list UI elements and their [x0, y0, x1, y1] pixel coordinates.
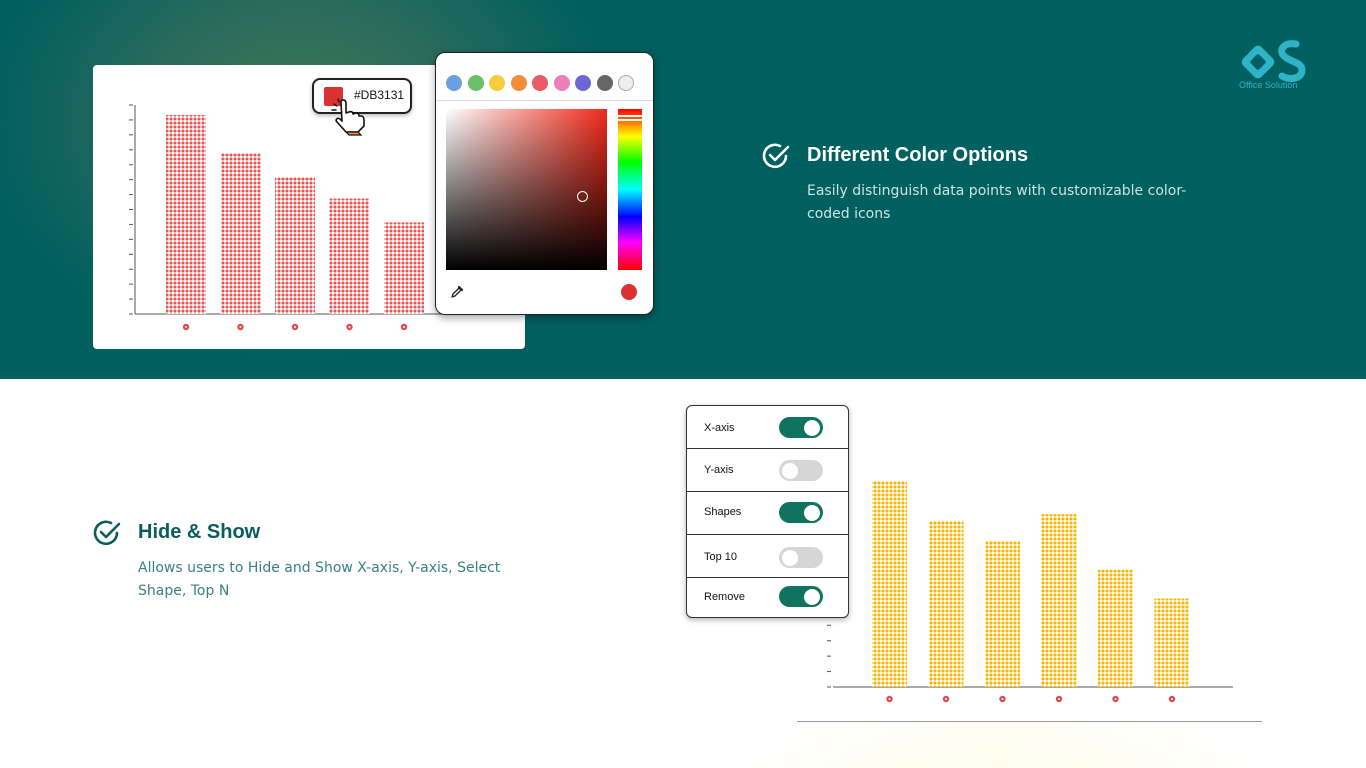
toggle-label: Remove	[704, 591, 745, 603]
dot-center	[1171, 698, 1173, 700]
color-swatch-7[interactable]	[575, 75, 591, 91]
bar	[275, 176, 315, 314]
dot-center	[403, 326, 405, 328]
bar	[928, 520, 964, 687]
eyedropper-icon[interactable]	[450, 285, 464, 299]
dot-center	[239, 326, 242, 328]
hue-slider-handle[interactable]	[618, 115, 642, 121]
color-swatch-3[interactable]	[489, 75, 505, 91]
y-axis-toggle[interactable]	[779, 460, 823, 481]
feature-description: Allows users to Hide and Show X-axis, Y-…	[138, 560, 501, 599]
feature-description: Easily distinguish data points with cust…	[807, 183, 1187, 222]
toggle-label: Top 10	[704, 551, 738, 563]
color-swatch-1[interactable]	[446, 75, 462, 91]
toggle-row-remove: Remove	[687, 578, 848, 617]
color-swatch-8[interactable]	[596, 75, 613, 91]
top-10-toggle[interactable]	[779, 547, 823, 568]
shapes-toggle[interactable]	[779, 502, 823, 523]
check-circle-icon	[762, 143, 790, 169]
dot-center	[888, 698, 891, 700]
color-swatch-2[interactable]	[467, 75, 484, 91]
bar-chart-yellow	[827, 481, 1233, 703]
color-picker-panel	[435, 52, 654, 315]
dot-center	[348, 326, 351, 328]
toggle-label: X-axis	[704, 422, 735, 434]
dot-center	[945, 698, 947, 700]
toggle-row-y-axis: Y-axis	[687, 449, 848, 492]
dot-center	[1001, 698, 1004, 700]
x-axis-toggle[interactable]	[779, 417, 823, 438]
dot-center	[185, 326, 187, 328]
toggle-label: Y-axis	[704, 464, 734, 476]
remove-toggle[interactable]	[779, 586, 823, 607]
hue-slider[interactable]	[618, 109, 642, 270]
bar	[1041, 514, 1077, 687]
divider	[436, 100, 653, 101]
feature-title: Different Color Options	[807, 144, 1029, 166]
saturation-handle[interactable]	[577, 191, 588, 202]
current-color-indicator	[621, 284, 637, 300]
chart-card-yellow	[797, 425, 1262, 722]
toggle-row-shapes: Shapes	[687, 492, 848, 535]
toggle-row-top-10: Top 10	[687, 535, 848, 578]
logo-text: Office Solution	[1239, 80, 1298, 90]
saturation-value-area[interactable]	[446, 109, 607, 270]
toggle-row-x-axis: X-axis	[687, 406, 848, 449]
toggle-label: Shapes	[704, 506, 742, 518]
bar	[1154, 598, 1190, 687]
visibility-toggle-panel: X-axis Y-axis Shapes Top 10 Remove	[686, 405, 849, 618]
bar	[329, 198, 370, 314]
dot-center	[294, 326, 296, 328]
bar	[985, 540, 1020, 687]
bar	[384, 222, 424, 314]
dot-center	[1058, 698, 1060, 700]
bar	[872, 481, 907, 687]
bar	[220, 152, 261, 314]
feature-title: Hide & Show	[138, 521, 261, 543]
color-swatch-9[interactable]	[618, 75, 634, 91]
check-circle-icon	[93, 520, 121, 546]
color-swatch-6[interactable]	[553, 75, 570, 91]
bar	[1098, 569, 1133, 687]
dot-center	[1114, 698, 1117, 700]
hand-pointer-icon	[331, 98, 365, 136]
bar	[166, 114, 206, 314]
color-swatch-4[interactable]	[510, 75, 527, 91]
color-swatch-5[interactable]	[532, 75, 548, 91]
